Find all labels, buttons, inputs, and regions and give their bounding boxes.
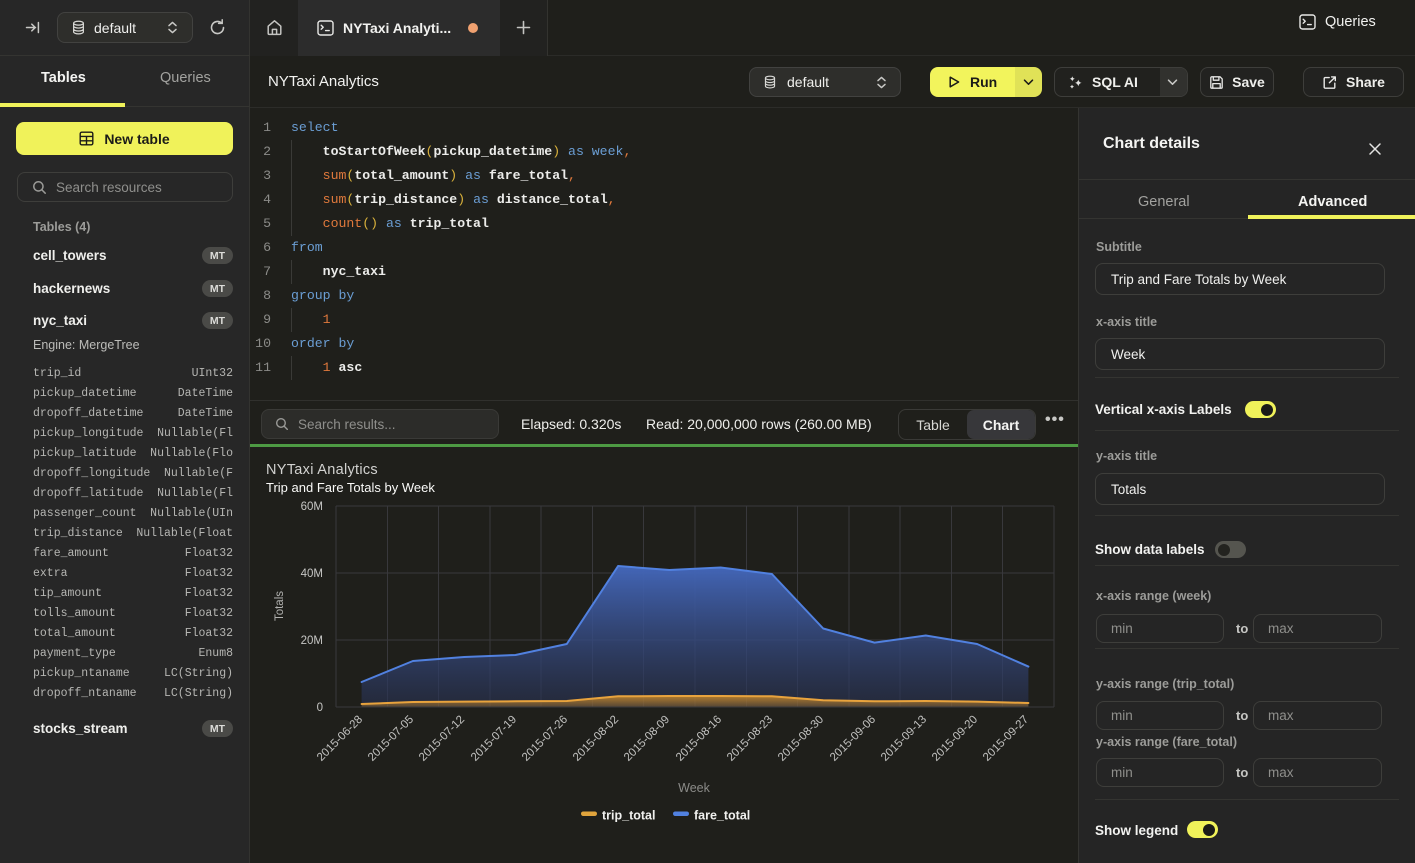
svg-text:NYTaxi Analytics: NYTaxi Analytics <box>266 462 378 478</box>
svg-text:2015-07-26: 2015-07-26 <box>520 714 570 764</box>
svg-text:20M: 20M <box>301 635 323 647</box>
svg-text:fare_total: fare_total <box>694 809 750 823</box>
svg-text:2015-08-02: 2015-08-02 <box>571 714 621 764</box>
svg-text:Totals: Totals <box>274 591 286 621</box>
svg-text:Trip and Fare Totals by Week: Trip and Fare Totals by Week <box>266 480 435 495</box>
svg-text:2015-09-27: 2015-09-27 <box>981 714 1031 764</box>
svg-text:2015-08-23: 2015-08-23 <box>725 714 775 764</box>
svg-text:60M: 60M <box>301 501 323 513</box>
svg-text:2015-09-06: 2015-09-06 <box>828 714 878 764</box>
svg-text:Week: Week <box>678 781 710 795</box>
svg-text:2015-09-13: 2015-09-13 <box>879 714 929 764</box>
svg-text:40M: 40M <box>301 568 323 580</box>
svg-text:2015-08-16: 2015-08-16 <box>674 714 724 764</box>
svg-text:2015-09-20: 2015-09-20 <box>930 714 980 764</box>
svg-text:2015-06-28: 2015-06-28 <box>315 714 365 764</box>
svg-text:2015-08-09: 2015-08-09 <box>622 714 672 764</box>
svg-text:0: 0 <box>317 702 323 714</box>
svg-text:2015-07-05: 2015-07-05 <box>366 714 416 764</box>
svg-text:2015-07-19: 2015-07-19 <box>469 714 519 764</box>
svg-text:2015-07-12: 2015-07-12 <box>417 714 467 764</box>
svg-text:2015-08-30: 2015-08-30 <box>776 714 826 764</box>
svg-text:trip_total: trip_total <box>602 809 655 823</box>
